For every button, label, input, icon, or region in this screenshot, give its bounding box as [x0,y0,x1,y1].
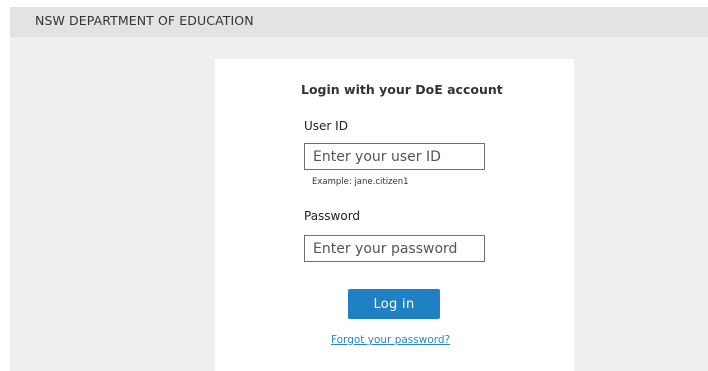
password-input[interactable] [304,235,485,262]
organization-name: NSW DEPARTMENT OF EDUCATION [35,13,254,28]
user-id-hint: Example: jane.citizen1 [312,177,409,187]
user-id-label: User ID [304,119,348,133]
login-card: Login with your DoE account User ID Exam… [215,59,574,371]
login-title: Login with your DoE account [301,82,503,97]
top-header-bar: NSW DEPARTMENT OF EDUCATION [10,7,708,37]
forgot-password-link[interactable]: Forgot your password? [331,334,450,346]
login-button[interactable]: Log in [348,289,440,319]
user-id-input[interactable] [304,143,485,170]
password-label: Password [304,209,361,223]
